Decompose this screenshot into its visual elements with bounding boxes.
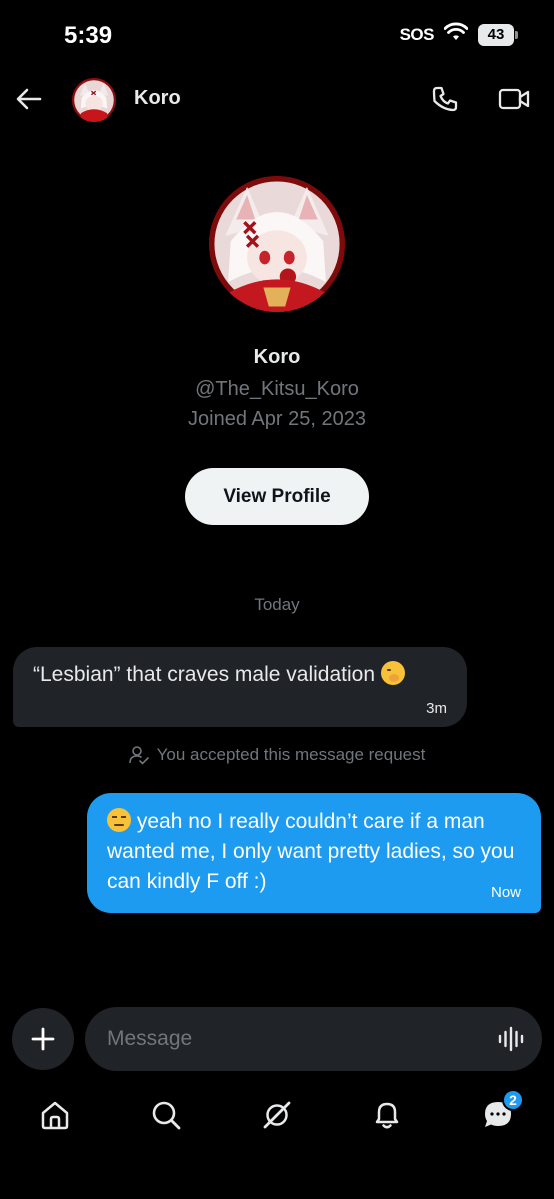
request-notice-text: You accepted this message request: [156, 745, 426, 764]
sos-indicator: SOS: [399, 24, 435, 44]
nav-messages[interactable]: 2: [478, 1089, 524, 1135]
video-camera-icon: [498, 88, 530, 110]
message-composer: [85, 1007, 542, 1071]
arrow-left-icon: [16, 88, 42, 110]
message-text: “Lesbian” that craves male validation: [33, 663, 376, 686]
back-button[interactable]: [12, 82, 46, 116]
profile-joined-date: Joined Apr 25, 2023: [188, 408, 366, 430]
incoming-message-text: “Lesbian” that craves male validation: [33, 661, 405, 687]
nav-home[interactable]: [35, 1095, 75, 1135]
request-accepted-notice: You accepted this message request: [0, 745, 554, 765]
message-timestamp: 3m: [426, 700, 447, 717]
date-divider: Today: [254, 595, 300, 614]
view-profile-button[interactable]: View Profile: [185, 468, 369, 525]
profile-avatar[interactable]: [209, 176, 345, 312]
messages-badge: 2: [502, 1089, 524, 1111]
status-indicators: SOS 43: [399, 22, 518, 47]
status-time: 5:39: [64, 22, 113, 49]
nav-search[interactable]: [146, 1095, 186, 1135]
nav-grok[interactable]: [257, 1095, 297, 1135]
message-timestamp: Now: [490, 884, 521, 901]
bottom-navigation: 2: [0, 1085, 554, 1145]
video-call-button[interactable]: [496, 82, 532, 116]
message-input[interactable]: [107, 1007, 487, 1071]
nav-notifications[interactable]: [367, 1095, 407, 1135]
voice-message-button[interactable]: [496, 1024, 526, 1054]
phone-icon: [432, 86, 458, 112]
voice-call-button[interactable]: [428, 82, 462, 116]
profile-handle: @The_Kitsu_Koro: [195, 378, 359, 400]
unamused-face-icon: [107, 808, 131, 832]
outgoing-message-text: yeah no I really couldn’t care if a man …: [107, 807, 527, 897]
audio-waveform-icon: [498, 1026, 524, 1052]
add-attachment-button[interactable]: [12, 1008, 74, 1070]
header-avatar[interactable]: [72, 78, 116, 122]
bell-icon: [375, 1102, 399, 1129]
face-with-hand-over-mouth-icon: [380, 661, 405, 685]
message-text: yeah no I really couldn’t care if a man …: [107, 810, 515, 893]
wifi-icon: [443, 22, 469, 47]
search-icon: [152, 1101, 181, 1130]
grok-icon: [263, 1101, 291, 1129]
profile-name: Koro: [253, 346, 301, 368]
plus-icon: [31, 1027, 55, 1051]
home-icon: [41, 1101, 69, 1130]
conversation-header: Koro: [0, 70, 554, 128]
user-check-icon: [128, 746, 149, 765]
outgoing-message-bubble[interactable]: yeah no I really couldn’t care if a man …: [87, 793, 541, 913]
incoming-message-bubble[interactable]: “Lesbian” that craves male validation 3m: [13, 647, 467, 727]
header-username[interactable]: Koro: [134, 87, 181, 110]
status-bar: 5:39 SOS 43: [0, 0, 554, 70]
battery-indicator: 43: [478, 23, 518, 46]
